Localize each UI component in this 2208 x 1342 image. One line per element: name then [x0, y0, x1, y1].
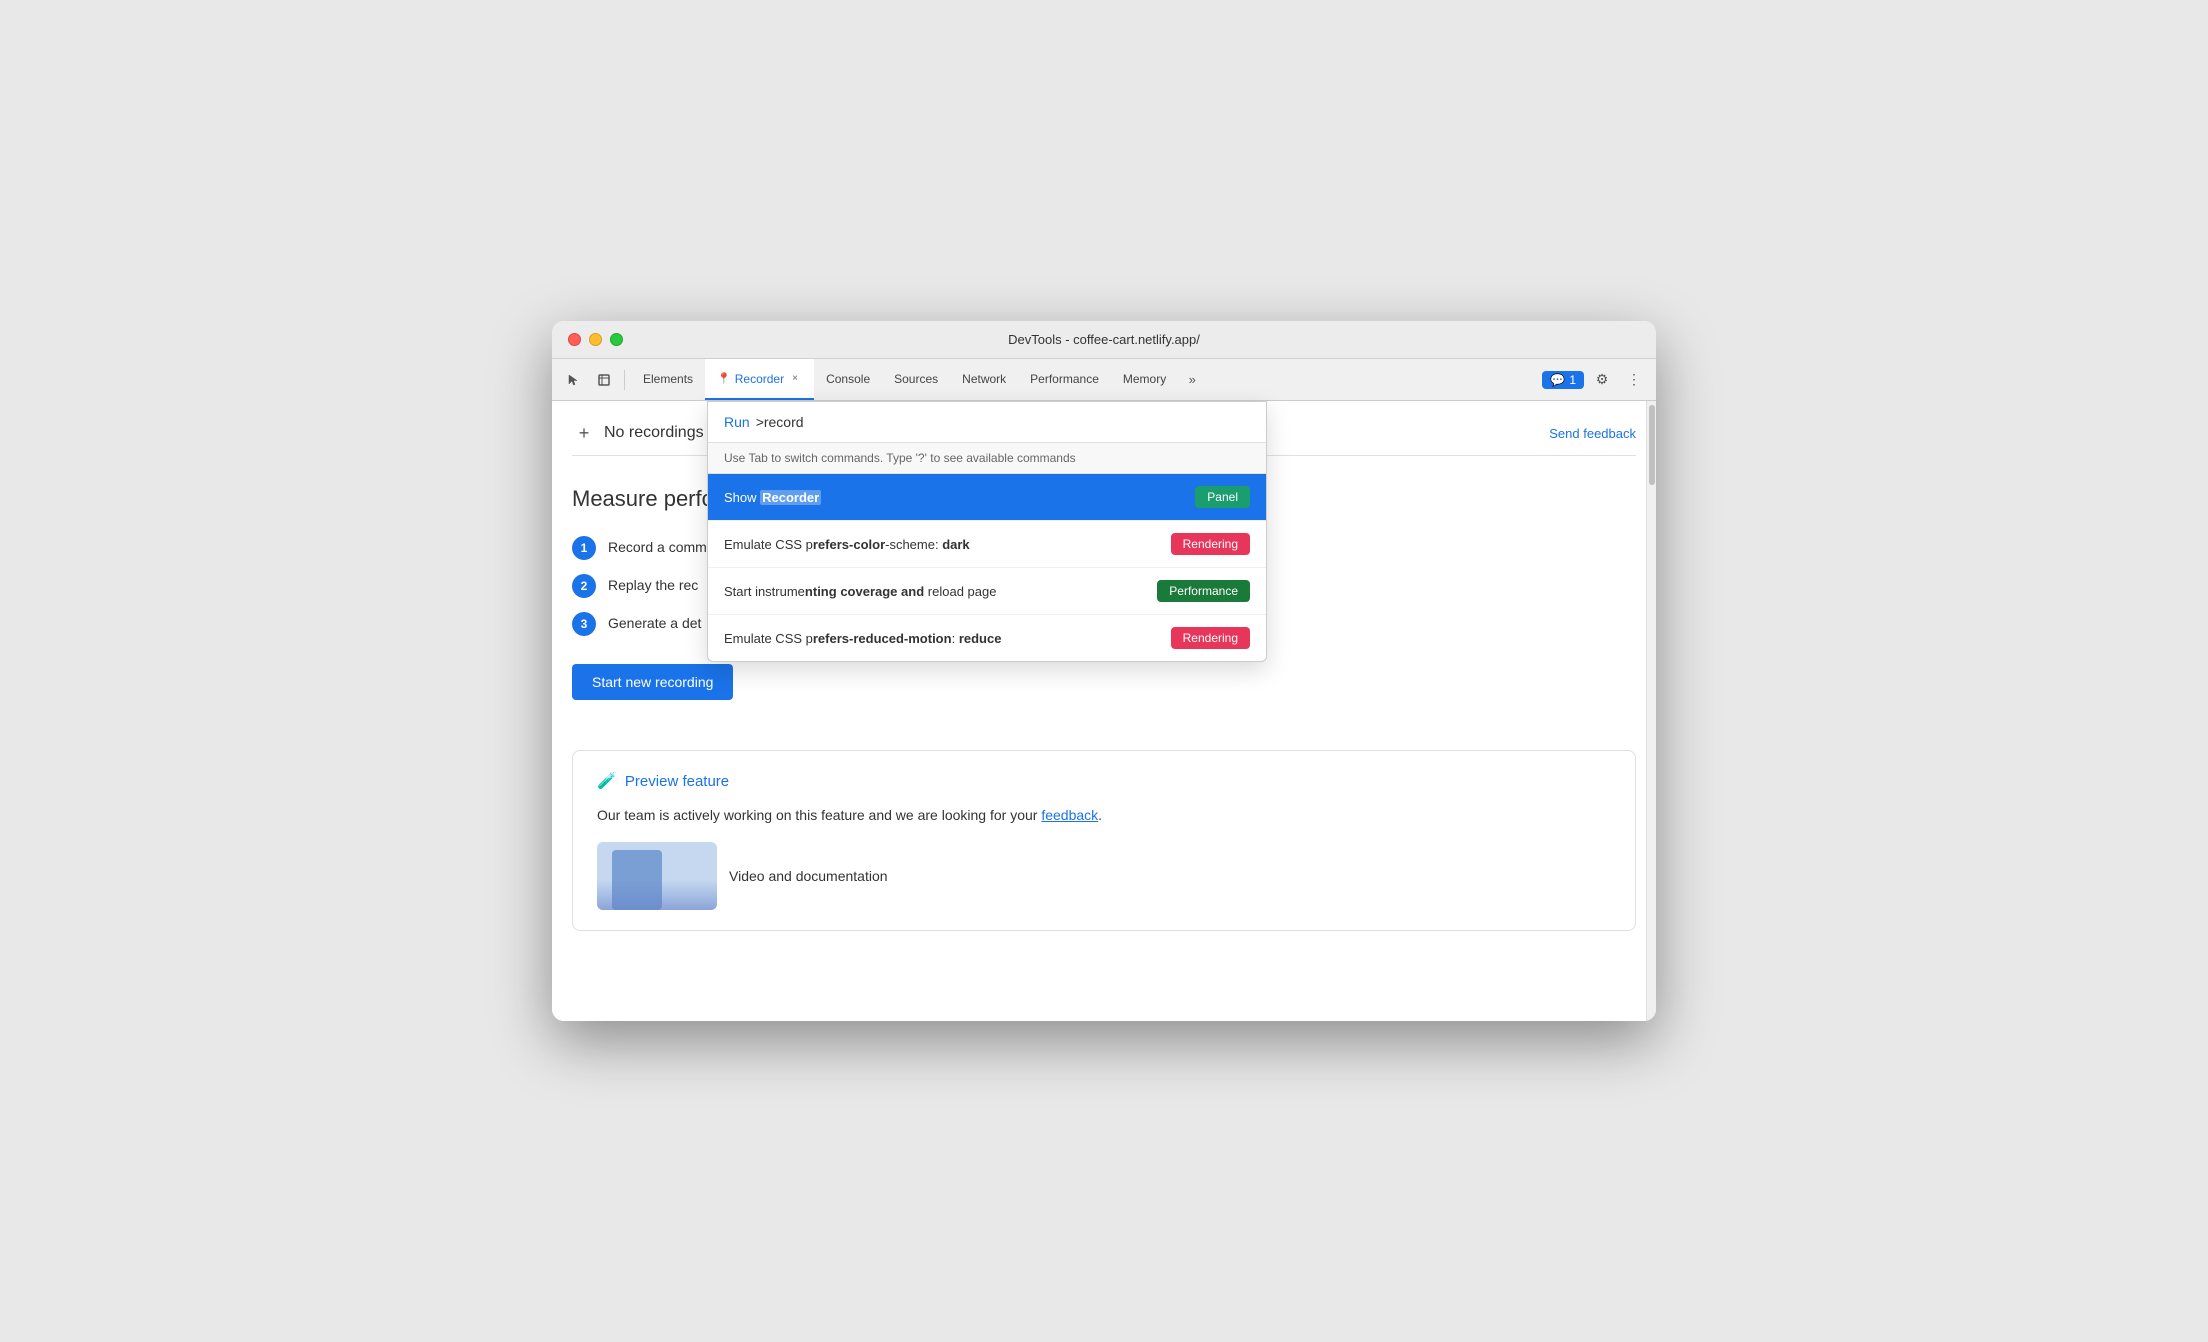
tab-bar: Elements 📍 Recorder × Console Sources Ne…	[631, 359, 1540, 400]
recorder-tab-close[interactable]: ×	[788, 372, 802, 386]
step-number-3: 3	[572, 612, 596, 636]
recorder-pin-icon: 📍	[717, 372, 731, 385]
command-input-row: Run >record	[708, 402, 1266, 443]
tab-recorder[interactable]: 📍 Recorder ×	[705, 359, 814, 400]
step-text-1: Record a comm	[608, 536, 707, 555]
cursor-icon[interactable]	[560, 366, 588, 394]
title-bar: DevTools - coffee-cart.netlify.app/	[552, 321, 1656, 359]
command-hint: Use Tab to switch commands. Type '?' to …	[708, 443, 1266, 474]
command-item-text-coverage: Start instrumenting coverage and reload …	[724, 584, 1157, 599]
window-title: DevTools - coffee-cart.netlify.app/	[568, 332, 1640, 347]
traffic-lights	[568, 333, 623, 346]
tab-console[interactable]: Console	[814, 359, 882, 400]
start-new-recording-button[interactable]: Start new recording	[572, 664, 733, 700]
chat-icon: 💬	[1550, 373, 1565, 387]
toolbar-right: 💬 1 ⚙ ⋮	[1542, 366, 1648, 394]
recorder-top-left: + No recordings	[572, 421, 704, 445]
scroll-thumb	[1649, 405, 1655, 485]
send-feedback-link[interactable]: Send feedback	[1549, 426, 1636, 441]
add-recording-button[interactable]: +	[572, 421, 596, 445]
inspect-icon[interactable]	[590, 366, 618, 394]
command-item-show-recorder[interactable]: Show Recorder Panel	[708, 474, 1266, 521]
command-item-text-show-recorder: Show Recorder	[724, 490, 1195, 505]
tab-memory[interactable]: Memory	[1111, 359, 1178, 400]
toolbar-divider	[624, 370, 625, 390]
preview-flask-icon: 🧪	[597, 771, 617, 791]
more-tabs-icon[interactable]: »	[1178, 366, 1206, 394]
devtools-body: + No recordings Send feedback Measure pe…	[552, 401, 1656, 1021]
run-label: Run	[724, 414, 750, 430]
minimize-button[interactable]	[589, 333, 602, 346]
tab-network[interactable]: Network	[950, 359, 1018, 400]
preview-feature-label: Preview feature	[625, 773, 729, 790]
more-menu-button[interactable]: ⋮	[1620, 366, 1648, 394]
feedback-link[interactable]: feedback	[1041, 807, 1098, 823]
feedback-chat-button[interactable]: 💬 1	[1542, 371, 1584, 389]
command-item-text-emulate-dark: Emulate CSS prefers-color-scheme: dark	[724, 537, 1171, 552]
command-badge-rendering-1: Rendering	[1171, 533, 1250, 555]
command-item-coverage[interactable]: Start instrumenting coverage and reload …	[708, 568, 1266, 615]
tab-performance[interactable]: Performance	[1018, 359, 1111, 400]
video-person-image	[612, 850, 662, 910]
video-docs-row: Video and documentation	[597, 842, 1611, 910]
video-thumbnail	[597, 842, 717, 910]
step-text-2: Replay the rec	[608, 574, 698, 593]
command-item-emulate-motion[interactable]: Emulate CSS prefers-reduced-motion: redu…	[708, 615, 1266, 661]
command-item-text-emulate-motion: Emulate CSS prefers-reduced-motion: redu…	[724, 631, 1171, 646]
command-badge-performance: Performance	[1157, 580, 1250, 602]
scrollbar[interactable]	[1646, 401, 1656, 1021]
preview-card: 🧪 Preview feature Our team is actively w…	[572, 750, 1636, 931]
tab-elements[interactable]: Elements	[631, 359, 705, 400]
preview-feature-header: 🧪 Preview feature	[597, 771, 1611, 791]
command-badge-rendering-2: Rendering	[1171, 627, 1250, 649]
tab-sources[interactable]: Sources	[882, 359, 950, 400]
step-number-2: 2	[572, 574, 596, 598]
command-item-emulate-dark[interactable]: Emulate CSS prefers-color-scheme: dark R…	[708, 521, 1266, 568]
maximize-button[interactable]	[610, 333, 623, 346]
devtools-toolbar: Elements 📍 Recorder × Console Sources Ne…	[552, 359, 1656, 401]
devtools-window: DevTools - coffee-cart.netlify.app/ Elem…	[552, 321, 1656, 1021]
step-number-1: 1	[572, 536, 596, 560]
settings-button[interactable]: ⚙	[1588, 366, 1616, 394]
command-palette: Run >record Use Tab to switch commands. …	[707, 401, 1267, 662]
video-docs-label: Video and documentation	[729, 868, 888, 884]
no-recordings-label: No recordings	[604, 424, 704, 442]
close-button[interactable]	[568, 333, 581, 346]
preview-description: Our team is actively working on this fea…	[597, 805, 1611, 826]
command-input-value[interactable]: >record	[756, 414, 804, 430]
command-badge-panel: Panel	[1195, 486, 1250, 508]
step-text-3: Generate a det	[608, 612, 701, 631]
